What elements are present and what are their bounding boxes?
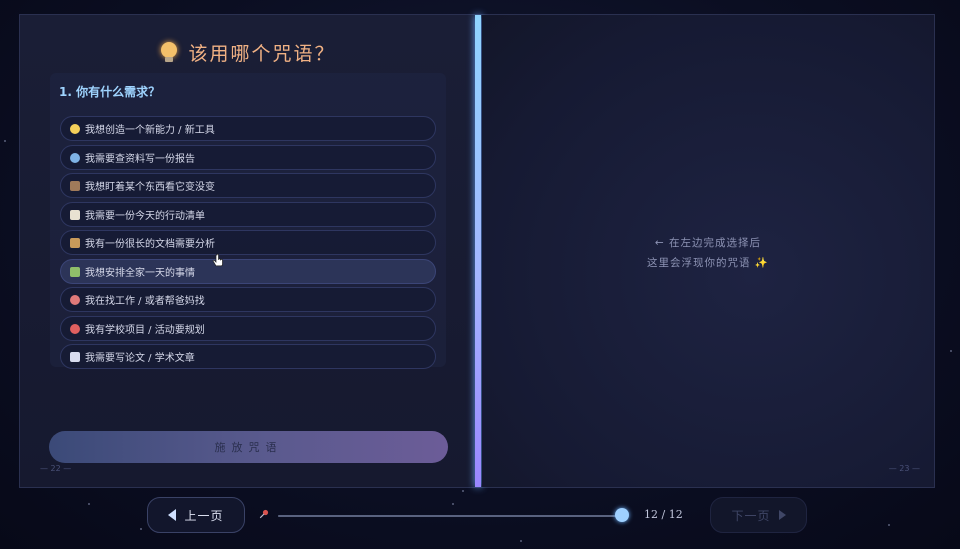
option-label: 我想安排全家一天的事情 <box>85 268 195 279</box>
globe-icon <box>70 152 80 163</box>
pin-icon <box>259 509 269 519</box>
option-monitor-change[interactable]: 我想盯着某个东西看它变没变 <box>60 173 436 198</box>
option-label: 我想创造一个新能力 / 新工具 <box>85 125 215 136</box>
placeholder-line-2: 这里会浮现你的咒语 ✨ <box>647 257 769 269</box>
option-label: 我需要写论文 / 学术文章 <box>85 353 195 364</box>
page-navigation: 上一页 12 / 12 下一页 <box>0 497 960 535</box>
cast-spell-button[interactable]: 施放咒语 <box>49 431 448 463</box>
triangle-left-icon <box>168 509 177 521</box>
page-title: 该用哪个咒语？ <box>188 43 336 65</box>
placeholder-line-1: ← 在左边完成选择后 <box>654 237 762 249</box>
question-label: 1. 你有什么需求？ <box>59 85 161 99</box>
scroll-icon <box>70 237 80 248</box>
page-counter: 12 / 12 <box>644 508 683 521</box>
detective-icon <box>70 180 80 191</box>
target-icon <box>70 323 80 334</box>
option-label: 我需要查资料写一份报告 <box>85 154 195 165</box>
left-page-number: — 22 — <box>40 464 72 473</box>
triangle-right-icon <box>778 510 786 520</box>
book-spine <box>475 15 481 487</box>
progress-fill <box>278 515 622 517</box>
progress-thumb[interactable] <box>615 508 629 522</box>
next-page-label: 下一页 <box>731 508 771 523</box>
progress-track[interactable] <box>278 515 622 517</box>
option-long-document[interactable]: 我有一份很长的文档需要分析 <box>60 230 436 255</box>
option-school-project[interactable]: 我有学校项目 / 活动要规划 <box>60 316 436 341</box>
rocket-icon <box>70 294 80 305</box>
memo-icon <box>70 209 80 220</box>
right-page-number: — 23 — <box>888 464 920 473</box>
result-placeholder: ← 在左边完成选择后 这里会浮现你的咒语 ✨ <box>482 233 934 273</box>
prev-page-label: 上一页 <box>184 508 224 523</box>
option-action-list[interactable]: 我需要一份今天的行动清单 <box>60 202 436 227</box>
left-page: 该用哪个咒语？ 1. 你有什么需求？ 我想创造一个新能力 / 新工具 我需要查资… <box>20 15 476 487</box>
option-label: 我想盯着某个东西看它变没变 <box>85 182 215 193</box>
option-research-report[interactable]: 我需要查资料写一份报告 <box>60 145 436 170</box>
book: 该用哪个咒语？ 1. 你有什么需求？ 我想创造一个新能力 / 新工具 我需要查资… <box>19 14 935 488</box>
option-label: 我在找工作 / 或者帮爸妈找 <box>85 296 205 307</box>
option-job-search[interactable]: 我在找工作 / 或者帮爸妈找 <box>60 287 436 312</box>
hand-cursor-icon <box>212 254 223 267</box>
next-page-button[interactable]: 下一页 <box>710 497 807 533</box>
option-create-tool[interactable]: 我想创造一个新能力 / 新工具 <box>60 116 436 141</box>
option-academic-paper[interactable]: 我需要写论文 / 学术文章 <box>60 344 436 369</box>
option-label: 我有学校项目 / 活动要规划 <box>85 325 205 336</box>
book-icon <box>70 351 80 362</box>
option-label: 我有一份很长的文档需要分析 <box>85 239 215 250</box>
question-card: 1. 你有什么需求？ 我想创造一个新能力 / 新工具 我需要查资料写一份报告 我… <box>50 73 446 369</box>
option-family-schedule[interactable]: 我想安排全家一天的事情 <box>60 259 436 284</box>
prev-page-button[interactable]: 上一页 <box>147 497 245 533</box>
house-icon <box>70 266 80 277</box>
lightbulb-icon <box>160 41 178 64</box>
title-row: 该用哪个咒语？ <box>20 39 476 66</box>
sparkles-icon <box>70 123 80 134</box>
option-label: 我需要一份今天的行动清单 <box>85 211 205 222</box>
